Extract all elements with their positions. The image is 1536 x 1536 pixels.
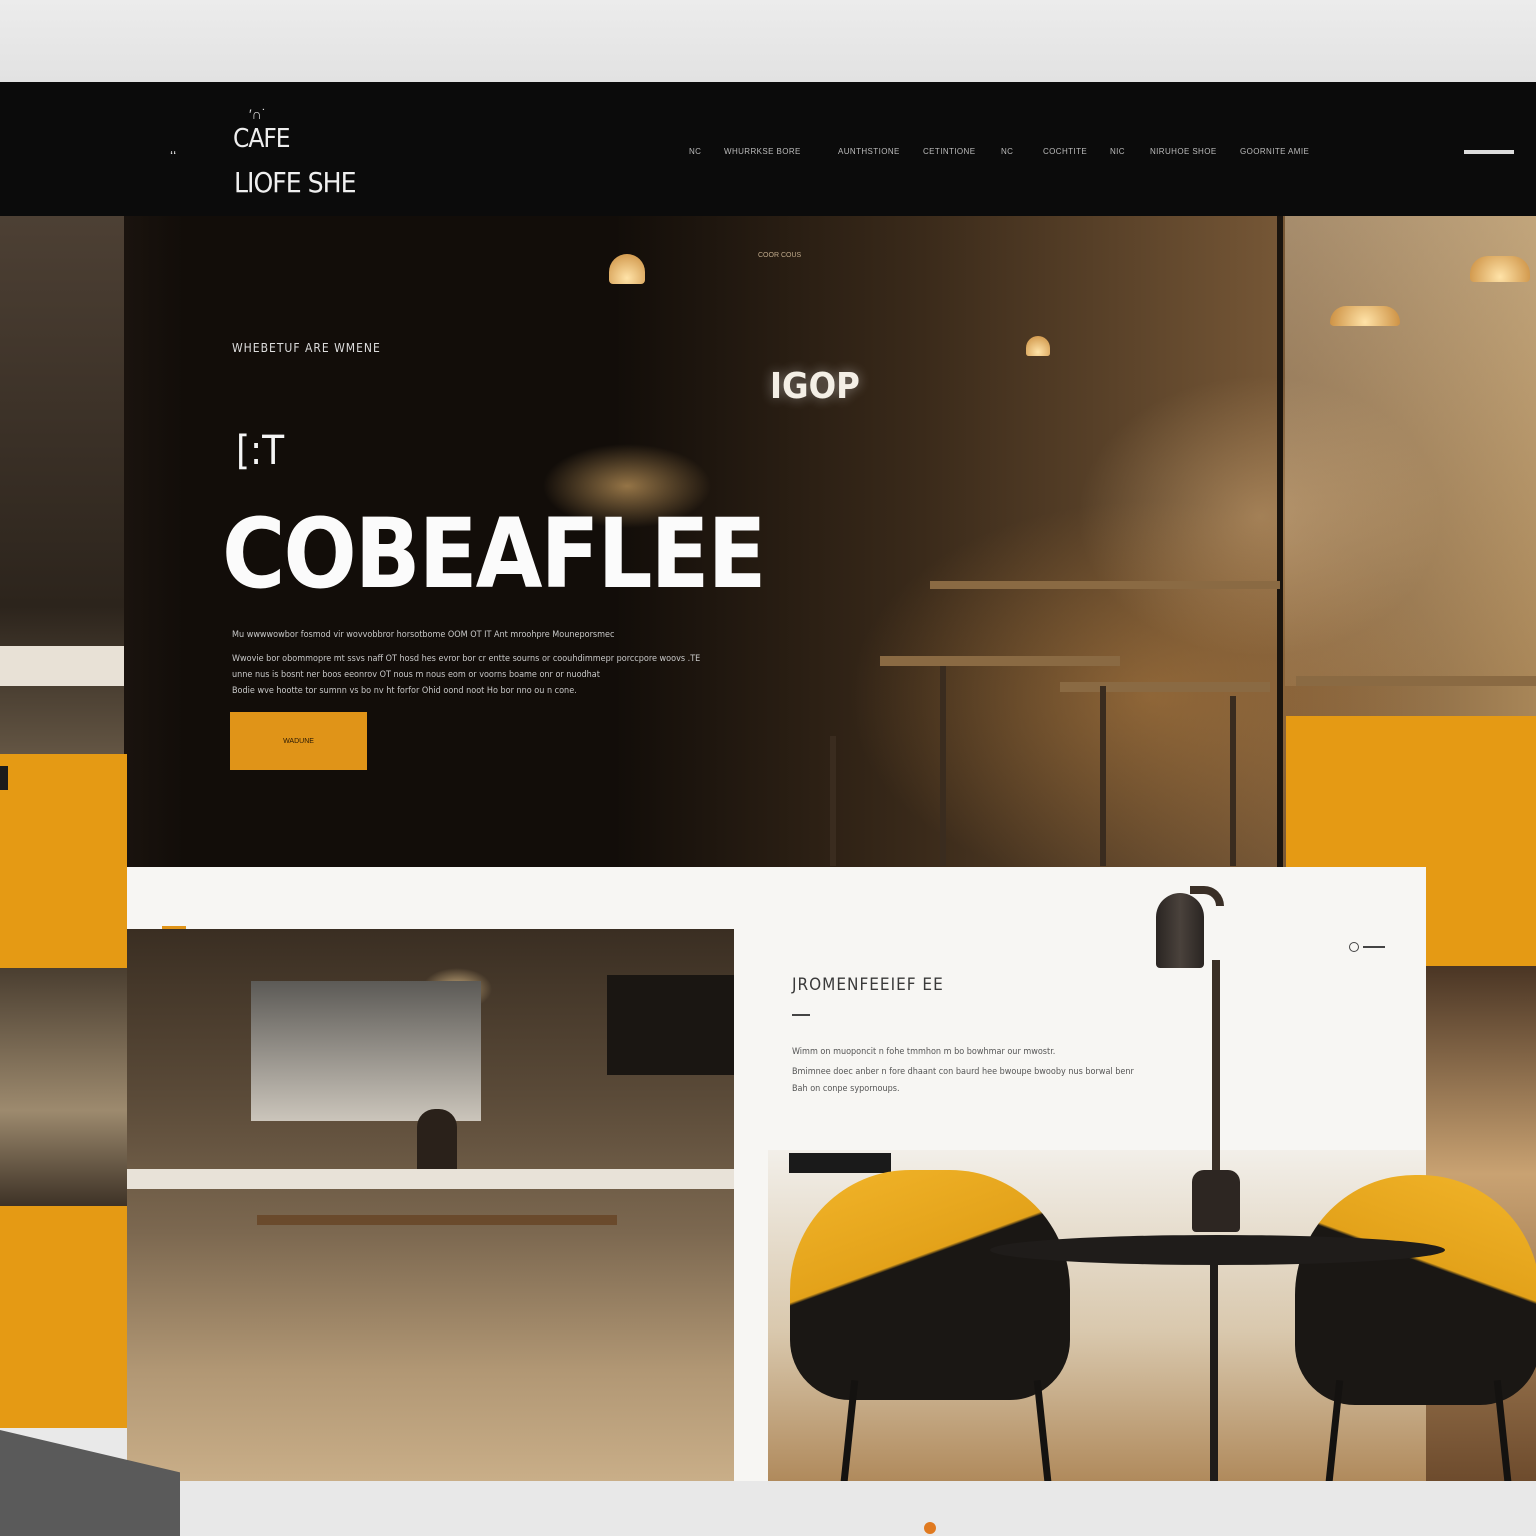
side-photo-left — [0, 968, 127, 1206]
cafe-table — [880, 656, 1120, 666]
section-paragraph-line: Bah on conpe sypornoups. — [792, 1084, 900, 1094]
hero-cta-button[interactable]: WADUNE — [230, 712, 367, 770]
accent-block-tab — [0, 766, 8, 790]
nav-item-3[interactable]: AUNTHSTIONE — [838, 147, 900, 156]
lamp-pole — [1212, 960, 1220, 1180]
nav-item-2[interactable]: WHURRKSE BORE — [724, 147, 801, 156]
cafe-counter — [930, 581, 1280, 589]
cafe-table — [1060, 682, 1270, 692]
hero-side-counter — [0, 646, 124, 686]
logo-mark: ʻʻ — [170, 148, 177, 164]
nav-item-4[interactable]: CETINTIONE — [923, 147, 975, 156]
section-paragraph-line: Wimm on muoponcit n fohe tmmhon m bo bow… — [792, 1047, 1056, 1057]
nav-item-7[interactable]: NIC — [1110, 147, 1125, 156]
slider-control-icon[interactable] — [1349, 941, 1391, 953]
hero-title: COBEAFLEE — [222, 498, 767, 610]
accent-block-left-lower — [0, 1206, 127, 1428]
dark-block — [789, 1153, 891, 1173]
yellow-chair-left — [790, 1170, 1070, 1400]
hamburger-menu-icon[interactable] — [1464, 150, 1514, 154]
logo-text-main[interactable]: LIOFE SHE — [234, 166, 357, 199]
photo-counter — [127, 1169, 734, 1189]
logo-text-top[interactable]: CAFE — [233, 124, 291, 154]
cafe-interior-photo — [127, 929, 734, 1481]
section-title: JROMENFEEIEF EE — [792, 975, 944, 995]
hero-window-frame — [1277, 216, 1283, 867]
logo-decoration: ′∩˙ — [249, 106, 267, 122]
lamp-shade — [1156, 893, 1204, 968]
slider-line — [1363, 946, 1385, 948]
nav-item-8[interactable]: NIRUHOE SHOE — [1150, 147, 1217, 156]
hero-neon-sign: IGOP — [770, 366, 860, 407]
section-paragraph-line: Bmimnee doec anber n fore dhaant con bau… — [792, 1067, 1134, 1077]
photo-table — [257, 1215, 617, 1225]
hero-paragraph-line: unne nus is bosnt ner boos eeonrov OT no… — [232, 670, 600, 680]
nav-item-1[interactable]: NC — [689, 147, 701, 156]
stool-leg — [1230, 696, 1236, 866]
stool-leg — [830, 736, 836, 866]
browser-top-band — [0, 0, 1536, 82]
hero-small-title: [:T — [236, 428, 285, 474]
photo-window — [251, 981, 481, 1121]
nav-item-5[interactable]: NC — [1001, 147, 1013, 156]
hero-window-glass — [1285, 216, 1536, 686]
hero-eyebrow: WHEBETUF ARE WMENE — [232, 341, 381, 355]
lamp-base — [1192, 1170, 1240, 1232]
nav-item-9[interactable]: GOORNITE AMIE — [1240, 147, 1309, 156]
hero-paragraph-line: Bodie wve hootte tor sumnn vs bo nv ht f… — [232, 686, 577, 696]
cafe-table — [1296, 676, 1536, 686]
hero-paragraph-line: Wwovie bor obommopre mt ssvs naff OT hos… — [232, 654, 701, 664]
table-leg — [1210, 1258, 1218, 1481]
slider-dot — [1349, 942, 1359, 952]
stool-leg — [1100, 686, 1106, 866]
pendant-lamp — [1330, 306, 1400, 326]
pendant-lamp — [1470, 256, 1530, 282]
pagination-dot[interactable] — [924, 1522, 936, 1534]
section-rule — [792, 1014, 810, 1016]
hero-paragraph-line: Mu wwwwowbor fosmod vir wovvobbror horso… — [232, 630, 615, 640]
bottom-wall — [0, 1481, 1536, 1536]
hero-tiny-label: COOR COUS — [758, 252, 802, 259]
stool-leg — [940, 666, 946, 866]
photo-screen — [607, 975, 734, 1075]
pendant-lamp — [1026, 336, 1050, 356]
pendant-lamp — [609, 254, 645, 284]
accent-block-left — [0, 754, 127, 968]
yellow-chair-right — [1295, 1175, 1536, 1405]
nav-item-6[interactable]: COCHTITE — [1043, 147, 1087, 156]
